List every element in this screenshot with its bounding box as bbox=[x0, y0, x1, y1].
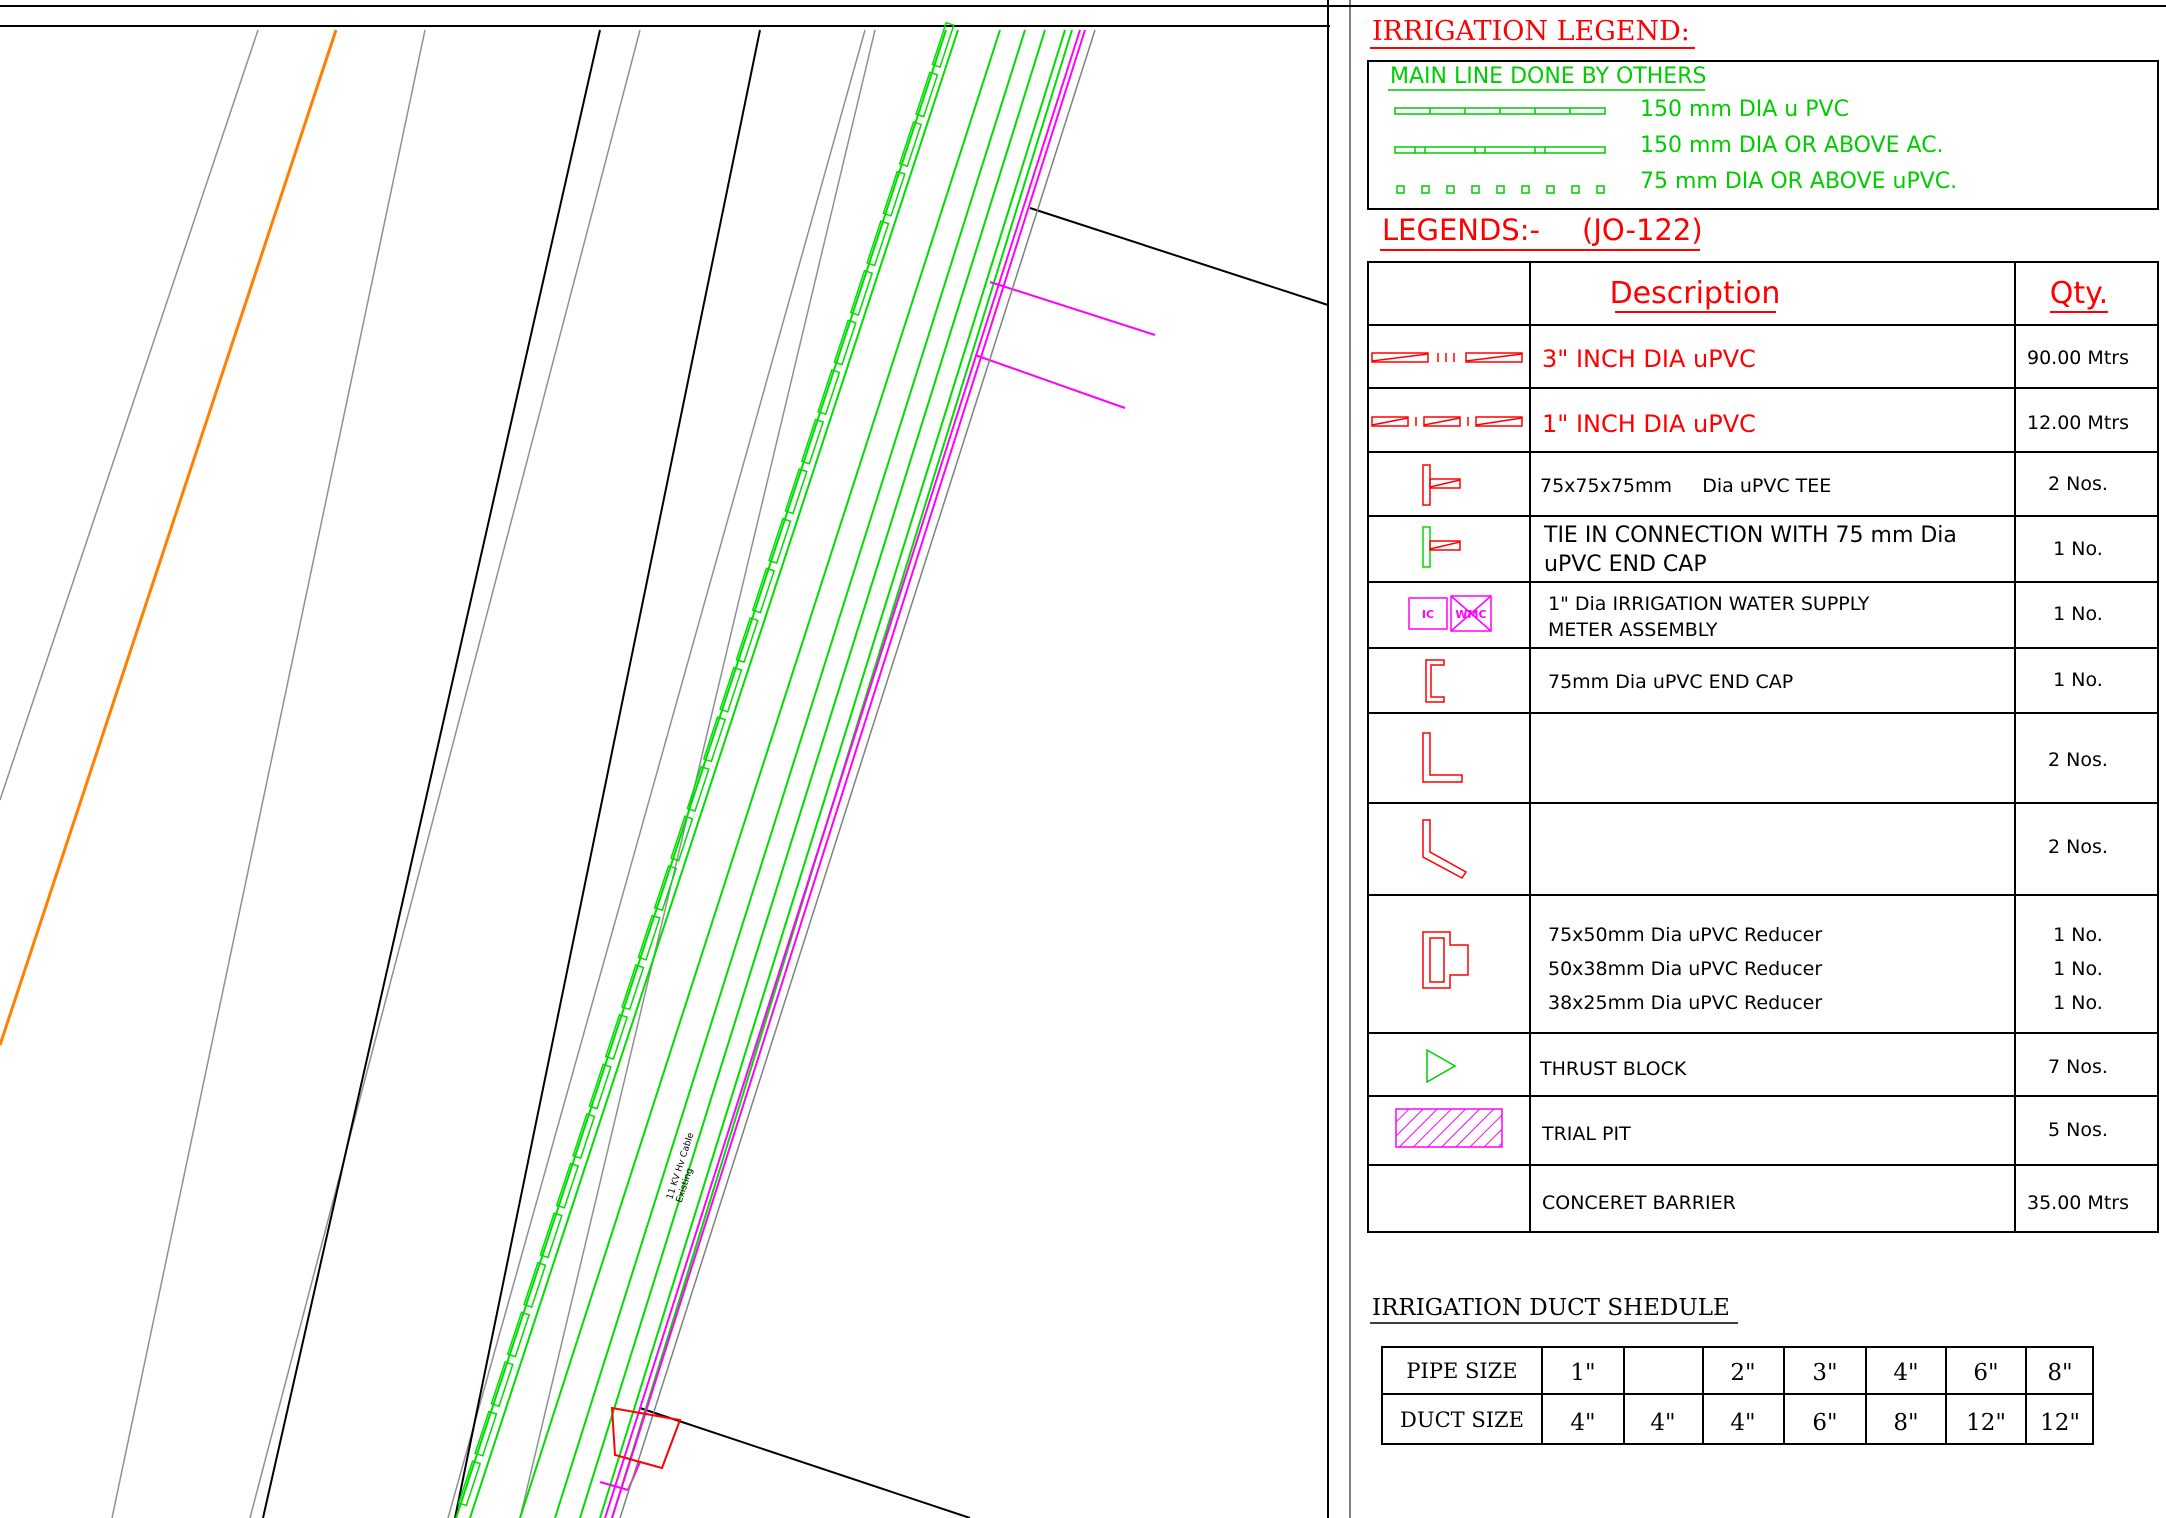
dot-mark bbox=[1546, 185, 1555, 194]
elbow-90-symbol bbox=[1422, 732, 1463, 783]
pipe-1inch-symbol bbox=[1371, 416, 1523, 427]
dot-mark bbox=[1521, 185, 1530, 194]
header-qty: Qty. bbox=[2050, 276, 2108, 311]
row-4-description-2: uPVC END CAP bbox=[1544, 552, 1707, 577]
dot-mark bbox=[1446, 185, 1455, 194]
row-11-qty: 5 Nos. bbox=[2048, 1119, 2108, 1141]
row-3-qty: 2 Nos. bbox=[2048, 473, 2108, 495]
row-9-qty-3: 1 No. bbox=[2053, 992, 2103, 1014]
row-3-description: 75x75x75mm Dia uPVC TEE bbox=[1540, 475, 1831, 497]
elbow-45-symbol bbox=[1422, 819, 1468, 879]
dot-mark bbox=[1396, 185, 1405, 194]
duct-size-cell: 6" bbox=[1812, 1410, 1837, 1436]
row-10-qty: 7 Nos. bbox=[2048, 1056, 2108, 1078]
row-12-description: CONCERET BARRIER bbox=[1542, 1192, 1736, 1214]
pipe-size-cell: 1" bbox=[1570, 1360, 1595, 1386]
reducer-symbol bbox=[1422, 931, 1469, 989]
duct-size-cell: 4" bbox=[1730, 1410, 1755, 1436]
cad-drawing: 11 KV Hv Cable Existing IRRIGATION LEGEN… bbox=[0, 0, 2166, 1518]
header-description: Description bbox=[1610, 276, 1781, 311]
row-1-description: 3" INCH DIA uPVC bbox=[1542, 345, 1756, 373]
tie-in-symbol bbox=[1422, 526, 1461, 568]
row-4-qty: 1 No. bbox=[2053, 538, 2103, 560]
row-2-description: 1" INCH DIA uPVC bbox=[1542, 410, 1756, 438]
row-10-description: THRUST BLOCK bbox=[1539, 1058, 1687, 1080]
road-edge-lines bbox=[262, 29, 1329, 1518]
row-5-description-2: METER ASSEMBLY bbox=[1548, 619, 1718, 641]
row-9-qty-1: 1 No. bbox=[2053, 924, 2103, 946]
duct-schedule: IRRIGATION DUCT SHEDULE PIPE SIZE DUCT S… bbox=[1370, 1295, 2094, 1445]
pipe-size-cell: 3" bbox=[1812, 1360, 1837, 1386]
irrigation-legend-title: IRRIGATION LEGEND: bbox=[1372, 16, 1690, 47]
legends-table: LEGENDS:- (JO-122) Description Qty. 3" I… bbox=[1367, 213, 2159, 1233]
meter-label-ic: IC bbox=[1422, 608, 1434, 621]
row-11-description: TRIAL PIT bbox=[1541, 1123, 1631, 1145]
irrigation-legend: IRRIGATION LEGEND: MAIN LINE DONE BY OTH… bbox=[1367, 16, 2159, 210]
row-1-qty: 90.00 Mtrs bbox=[2027, 347, 2129, 369]
main-line-symbol-75-upvc bbox=[1396, 185, 1605, 194]
duct-row-label-duct: DUCT SIZE bbox=[1400, 1408, 1524, 1432]
row-2-qty: 12.00 Mtrs bbox=[2027, 412, 2129, 434]
row-6-qty: 1 No. bbox=[2053, 669, 2103, 691]
duct-size-cell: 8" bbox=[1893, 1410, 1918, 1436]
legends-code: (JO-122) bbox=[1582, 213, 1703, 247]
main-line-symbol-150-upvc bbox=[1394, 107, 1606, 115]
row-9-description-1: 75x50mm Dia uPVC Reducer bbox=[1548, 924, 1822, 946]
road-lines bbox=[0, 29, 876, 1518]
thrust-block-symbol bbox=[1426, 1048, 1457, 1084]
row-4-description-1: TIE IN CONNECTION WITH 75 mm Dia bbox=[1543, 523, 1957, 548]
dot-mark bbox=[1496, 185, 1505, 194]
legend-line-2: 150 mm DIA OR ABOVE AC. bbox=[1640, 133, 1944, 158]
pipe-size-cell: 6" bbox=[1973, 1360, 1998, 1386]
legend-line-1: 150 mm DIA u PVC bbox=[1640, 97, 1849, 122]
row-12-qty: 35.00 Mtrs bbox=[2027, 1192, 2129, 1214]
trial-pit-symbol bbox=[1395, 1108, 1503, 1148]
duct-size-cell: 4" bbox=[1570, 1410, 1595, 1436]
tee-symbol bbox=[1422, 464, 1461, 506]
plan-view: 11 KV Hv Cable Existing bbox=[0, 0, 2166, 1518]
main-line-title: MAIN LINE DONE BY OTHERS bbox=[1390, 64, 1706, 89]
duct-size-cell: 12" bbox=[1966, 1410, 2006, 1436]
row-8-qty: 2 Nos. bbox=[2048, 836, 2108, 858]
row-6-description: 75mm Dia uPVC END CAP bbox=[1548, 671, 1793, 693]
dot-mark bbox=[1571, 185, 1580, 194]
duct-schedule-title: IRRIGATION DUCT SHEDULE bbox=[1372, 1295, 1730, 1321]
dot-mark bbox=[1596, 185, 1605, 194]
duct-size-cell: 12" bbox=[2040, 1410, 2080, 1436]
dot-mark bbox=[1471, 185, 1480, 194]
green-pipes bbox=[455, 29, 1073, 1518]
dot-mark bbox=[1421, 185, 1430, 194]
end-cap-symbol bbox=[1425, 659, 1445, 703]
legend-line-3: 75 mm DIA OR ABOVE uPVC. bbox=[1640, 169, 1957, 194]
row-9-qty-2: 1 No. bbox=[2053, 958, 2103, 980]
meter-label-wmc: WMC bbox=[1455, 608, 1486, 621]
row-7-qty: 2 Nos. bbox=[2048, 749, 2108, 771]
pipe-size-cell: 8" bbox=[2047, 1360, 2072, 1386]
magenta-lines bbox=[599, 29, 1156, 1518]
duct-size-cell: 4" bbox=[1650, 1410, 1675, 1436]
row-9-description-3: 38x25mm Dia uPVC Reducer bbox=[1548, 992, 1822, 1014]
pipe-3inch-symbol bbox=[1371, 352, 1523, 363]
row-5-description-1: 1" Dia IRRIGATION WATER SUPPLY bbox=[1548, 593, 1870, 615]
pipe-size-cell: 2" bbox=[1730, 1360, 1755, 1386]
duct-row-label-pipe: PIPE SIZE bbox=[1406, 1359, 1517, 1383]
legends-title: LEGENDS:- bbox=[1382, 213, 1540, 247]
row-5-qty: 1 No. bbox=[2053, 603, 2103, 625]
main-line-symbol-150-ac bbox=[1394, 146, 1606, 154]
row-9-description-2: 50x38mm Dia uPVC Reducer bbox=[1548, 958, 1822, 980]
pipe-size-cell: 4" bbox=[1893, 1360, 1918, 1386]
orange-utility-line bbox=[0, 29, 338, 1046]
